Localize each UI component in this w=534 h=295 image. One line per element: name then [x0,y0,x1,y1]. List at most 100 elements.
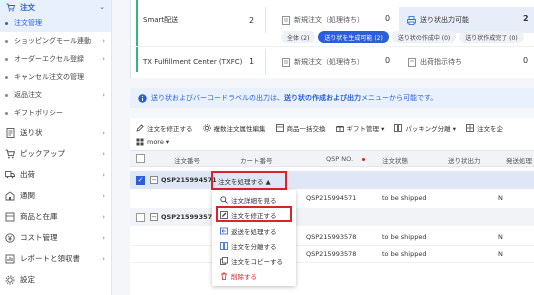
stat-label: 新規注文（処理待ち） [294,16,364,24]
order-status: to be shipped [382,250,427,258]
split-icon [220,241,228,250]
copy-order-item[interactable]: 注文をコピーする [212,254,296,267]
store-count: 2 [249,15,255,25]
store-name[interactable]: Smart配送 [143,15,178,25]
column-header: 注文番号 [174,157,200,165]
packing-split-button[interactable]: パッキング分離 ▾ [394,123,456,133]
menu-item-label: 注文詳細を見る [231,196,277,205]
highlight-box [211,171,287,190]
sidebar-item-return-orders[interactable]: 返品注文 › [0,86,111,104]
sidebar-item-label: 注文管理 [14,19,42,27]
return-icon [220,227,228,235]
sidebar-section-order[interactable]: 注文 ⌄ [0,0,111,14]
bullet-icon [5,21,8,25]
more-button[interactable]: more ▾ [136,138,169,146]
sidebar-item-gift-policy[interactable]: ギフトポリシー [0,104,111,122]
sidebar-item-label: 設定 [20,275,35,284]
qsp-number: QSP215993578 [306,250,357,258]
gift-management-button[interactable]: ギフト管理 ▾ [335,123,384,133]
chevron-right-icon: › [102,128,105,137]
row-checkbox[interactable] [136,213,145,222]
bulk-product-exchange-button[interactable]: 商品一括交換 [275,123,326,133]
button-label: 注文を企 [476,125,503,133]
stat-pending-shipment[interactable]: 出荷指示待ち [407,57,462,67]
column-header[interactable]: QSP NO. [326,155,353,163]
document-icon [281,15,290,25]
select-all-checkbox[interactable] [136,154,145,163]
column-header: 注文状態 [382,157,408,165]
order-number[interactable]: QSP215994571 [161,176,217,184]
toolbar-row: more ▾ [136,138,169,146]
info-banner: 送り状およびバーコードラベルの出力は、 送り状の作成および出力 メニューから可能… [130,88,534,108]
process-return-item[interactable]: 返送を処理する [212,224,296,237]
store-name[interactable]: TX Fulfillment Center (TXFC) [143,58,242,66]
stat-count: 2 [523,14,529,23]
shipping-flag: N [498,233,503,241]
document-icon [5,127,15,138]
bullet-icon [5,111,8,115]
split-order-item[interactable]: 注文を分離する [212,239,296,252]
stat-label: 出荷指示待ち [420,58,462,66]
toolbar-row: 注文を修正する 複数注文属性編集 商品一括交換 ギフト管理 ▾ パッキング分離 … [136,123,503,133]
table-row[interactable]: ✓ − QSP215994571 注文を処理する ▲ [130,171,534,189]
chevron-right-icon: › [102,170,105,179]
table-header: 注文番号 カート番号 QSP NO. 注文状態 送り状出力 発送処理 [130,150,534,167]
order-more-button[interactable]: 注文を企 [466,123,503,133]
row-checkbox[interactable]: ✓ [136,176,145,185]
sidebar-item-reports[interactable]: レポートと領収書 › [0,248,111,269]
collapse-icon[interactable]: − [150,176,158,184]
cart-icon [6,3,15,12]
banner-link[interactable]: 送り状の作成および出力 [284,93,361,103]
collapse-icon[interactable]: − [150,213,158,221]
table-row[interactable]: − QSP215993578 [130,208,534,226]
order-status: to be shipped [382,194,427,202]
sidebar-item-shipping[interactable]: 出荷 › [0,164,111,185]
stat-count: 0 [523,56,529,65]
building-icon [5,190,15,201]
chevron-right-icon: › [102,149,105,158]
sidebar-item-cancel-orders[interactable]: キャンセル注文の管理 [0,68,111,86]
highlight-box [216,206,292,222]
sidebar-item-cost[interactable]: コスト管理 › [0,227,111,248]
sidebar-item-settings[interactable]: 設定 [0,269,111,290]
column-header: 送り状出力 [448,157,481,165]
sort-indicator-icon [362,158,365,161]
sidebar-item-excel-import[interactable]: オーダーエクセル登録 › [0,50,111,68]
menu-item-label: 注文をコピーする [231,257,283,266]
sidebar-item-customs[interactable]: 通関 › [0,185,111,206]
chip-creating[interactable]: 送り状の作成中 (0) [391,31,457,43]
sidebar-item-waybill[interactable]: 送り状 › [0,122,111,143]
sidebar-item-label: 出荷 [20,170,35,179]
sidebar-item-order-management[interactable]: 注文管理 [0,14,111,32]
sidebar-item-mall-link[interactable]: ショッピングモール連動 › [0,32,111,50]
document-icon [407,57,416,67]
chip-created[interactable]: 送り状作成完了 (0) [459,31,524,43]
copy-icon [220,256,228,265]
column-header: 発送処理 [506,157,532,165]
sidebar-item-pickup[interactable]: ピックアップ › [0,143,111,164]
edit-order-button[interactable]: 注文を修正する [136,123,193,133]
order-number[interactable]: QSP215993578 [161,213,217,221]
button-label: 商品一括交換 [286,125,326,133]
divider [265,49,266,75]
table-row[interactable]: QSP215994571 to be shipped N [130,189,534,207]
delete-order-item[interactable]: 削除する [212,269,296,282]
stat-new-orders[interactable]: 新規注文（処理待ち） [281,57,364,67]
table-row[interactable]: QSP215993578 to be shipped N [130,230,534,246]
stat-waybill-ready[interactable]: 送り状出力可能 [407,15,469,25]
bullet-icon [5,57,8,61]
table-row[interactable]: QSP215993578 to be shipped N [130,247,534,263]
bulk-attribute-edit-button[interactable]: 複数注文属性編集 [202,123,266,133]
stat-new-orders[interactable]: 新規注文（処理待ち） [281,15,364,25]
chevron-right-icon: › [102,191,105,200]
chip-all[interactable]: 全体 (2) [281,31,316,43]
main-content: Smart配送 2 新規注文（処理待ち） 0 送り状出力可能 2 全体 (2) … [112,0,534,295]
chevron-down-icon: ⌄ [99,3,105,11]
order-status: to be shipped [382,233,427,241]
view-order-details-item[interactable]: 注文詳細を見る [212,193,296,206]
stat-label: 送り状出力可能 [420,16,469,24]
chip-can-generate[interactable]: 送り状を生成可能 (2) [318,31,389,43]
banner-text: 送り状およびバーコードラベルの出力は、 [151,94,284,102]
sidebar-item-products[interactable]: 商品と在庫 › [0,206,111,227]
info-icon [138,93,147,103]
